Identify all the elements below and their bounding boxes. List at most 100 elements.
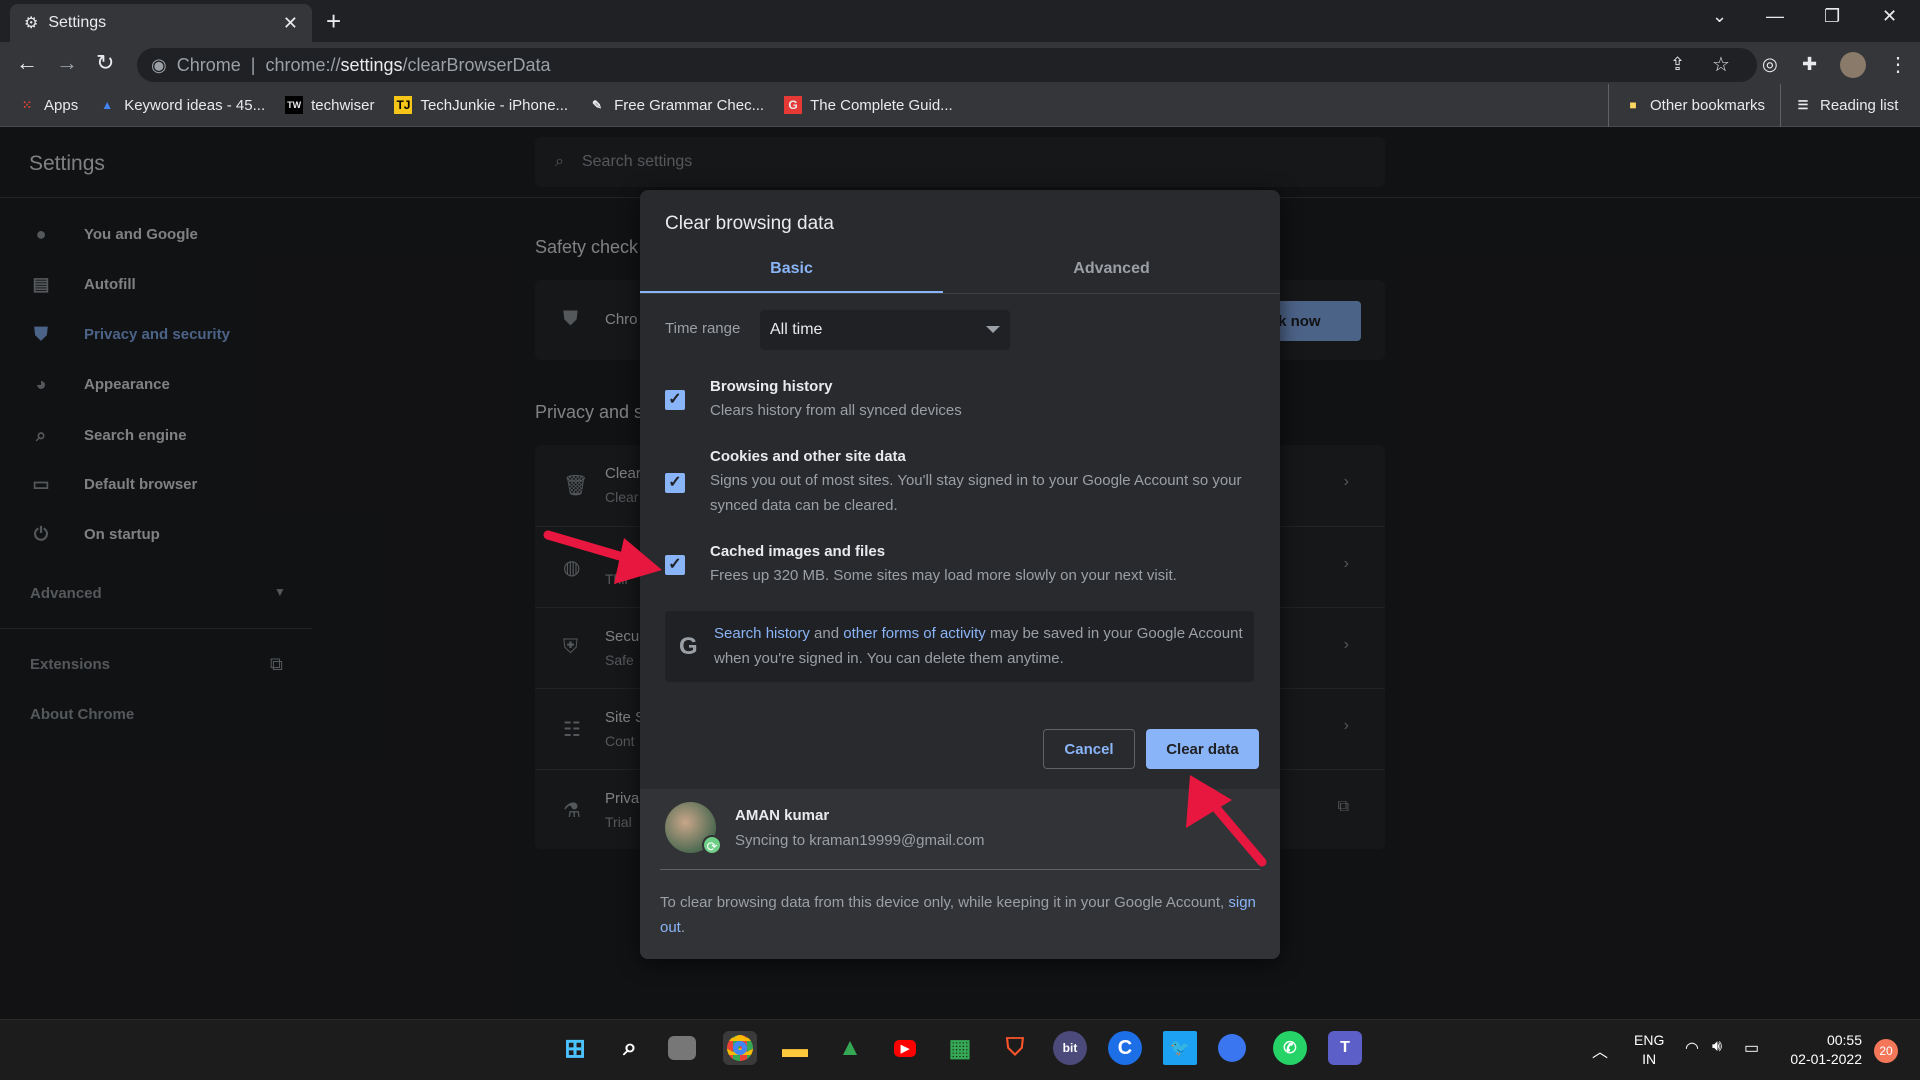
url-path: /clearBrowserData bbox=[402, 54, 551, 75]
battery-icon[interactable]: ▭ bbox=[1744, 1038, 1759, 1058]
wifi-icon[interactable]: ◠ bbox=[1685, 1038, 1699, 1058]
cached-images-desc: Frees up 320 MB. Some sites may load mor… bbox=[710, 567, 1177, 584]
search-history-link[interactable]: Search history bbox=[714, 625, 810, 642]
url-prefix: Chrome bbox=[176, 54, 241, 75]
signal-icon[interactable] bbox=[1218, 1034, 1246, 1062]
lang-code: ENG bbox=[1634, 1032, 1665, 1048]
date: 02-01-2022 bbox=[1790, 1051, 1862, 1067]
account-email: Syncing to kraman19999@gmail.com bbox=[735, 832, 985, 849]
apps-grid-icon: ⁙ bbox=[21, 98, 33, 112]
menu-icon[interactable]: ⋮ bbox=[1888, 52, 1908, 77]
techjunkie-icon: TJ bbox=[394, 96, 413, 114]
task-view-icon[interactable] bbox=[668, 1036, 696, 1060]
footer-note-text: To clear browsing data from this device … bbox=[660, 894, 1229, 911]
bookmark-techwiser[interactable]: TW techwiser bbox=[285, 96, 374, 114]
notification-badge[interactable]: 20 bbox=[1874, 1039, 1898, 1063]
chrome-taskbar-icon[interactable] bbox=[723, 1031, 757, 1065]
dialog-title: Clear browsing data bbox=[665, 213, 834, 234]
cached-images-title: Cached images and files bbox=[710, 543, 886, 560]
search-icon[interactable]: ⌕ bbox=[613, 1031, 647, 1065]
bookmark-grammar[interactable]: ✎ Free Grammar Chec... bbox=[588, 96, 764, 114]
cookies-title: Cookies and other site data bbox=[710, 448, 906, 465]
bookmark-apps[interactable]: ⁙ Apps bbox=[18, 96, 78, 114]
browsing-history-desc: Clears history from all synced devices bbox=[710, 402, 962, 419]
extension-icon[interactable]: ◎ bbox=[1762, 54, 1778, 75]
reload-icon[interactable]: ↻ bbox=[96, 50, 114, 76]
address-bar[interactable]: ◉ Chrome | chrome://settings/clearBrowser… bbox=[137, 48, 1757, 82]
tab-advanced[interactable]: Advanced bbox=[943, 260, 1280, 294]
bookmark-label: The Complete Guid... bbox=[810, 96, 953, 114]
bookmark-label: TechJunkie - iPhone... bbox=[420, 96, 569, 114]
time-range-select[interactable]: All time bbox=[760, 310, 1010, 350]
account-name: AMAN kumar bbox=[735, 807, 830, 824]
teams-icon[interactable]: T bbox=[1328, 1031, 1362, 1065]
gear-icon: ⚙ bbox=[24, 15, 39, 32]
footer-divider bbox=[660, 869, 1260, 870]
cookies-desc: Signs you out of most sites. You'll stay… bbox=[710, 472, 1242, 514]
tab-basic[interactable]: Basic bbox=[640, 260, 943, 294]
sync-icon: ⟳ bbox=[702, 835, 722, 855]
reading-list[interactable]: ☰ Reading list bbox=[1794, 96, 1899, 114]
tab-settings[interactable]: ⚙ Settings ✕ bbox=[10, 4, 312, 42]
chevron-up-icon[interactable]: ︿ bbox=[1592, 1038, 1608, 1062]
pen-icon: ✎ bbox=[592, 98, 603, 112]
youtube-icon[interactable]: ▶ bbox=[888, 1031, 922, 1065]
cookies-checkbox[interactable]: ✓ bbox=[665, 473, 685, 493]
g-red-icon: G bbox=[784, 96, 803, 114]
clear-data-button[interactable]: Clear data bbox=[1146, 729, 1259, 769]
bookmark-keyword-ideas[interactable]: ▲ Keyword ideas - 45... bbox=[98, 96, 265, 114]
chrome-icon: ◉ bbox=[151, 54, 167, 75]
clear-browsing-data-dialog: Clear browsing data Basic Advanced Time … bbox=[640, 190, 1280, 959]
extensions-puzzle-icon[interactable]: ✚ bbox=[1802, 54, 1817, 75]
cancel-button[interactable]: Cancel bbox=[1043, 729, 1135, 769]
forward-icon[interactable]: → bbox=[56, 50, 78, 76]
google-drive-icon[interactable]: ▲ bbox=[833, 1031, 867, 1065]
other-activity-link[interactable]: other forms of activity bbox=[843, 625, 986, 642]
share-icon[interactable]: ⇪ bbox=[1670, 54, 1685, 75]
dialog-footer: ⟳ AMAN kumar Syncing to kraman19999@gmai… bbox=[640, 789, 1280, 959]
file-explorer-icon[interactable]: ▬ bbox=[778, 1031, 812, 1065]
clock[interactable]: 00:55 02-01-2022 bbox=[1780, 1031, 1862, 1069]
bookmark-star-icon[interactable]: ☆ bbox=[1712, 52, 1730, 77]
whatsapp-icon[interactable]: ✆ bbox=[1273, 1031, 1307, 1065]
browsing-history-title: Browsing history bbox=[710, 378, 833, 395]
bookmark-label: techwiser bbox=[311, 96, 375, 114]
c-app-icon[interactable]: C bbox=[1108, 1031, 1142, 1065]
close-window-icon[interactable]: ✕ bbox=[1882, 6, 1897, 27]
profile-avatar[interactable] bbox=[1840, 52, 1866, 78]
tab-search-icon[interactable]: ⌄ bbox=[1712, 6, 1727, 27]
google-sheets-icon[interactable]: ▦ bbox=[943, 1031, 977, 1065]
other-bookmarks[interactable]: ■ Other bookmarks bbox=[1624, 96, 1765, 114]
new-tab-button[interactable]: + bbox=[326, 6, 341, 37]
twitter-icon[interactable]: 🐦 bbox=[1163, 1031, 1197, 1065]
browsing-history-checkbox[interactable]: ✓ bbox=[665, 390, 685, 410]
footer-note: To clear browsing data from this device … bbox=[660, 890, 1260, 940]
dropdown-arrow-icon bbox=[986, 326, 1000, 333]
back-icon[interactable]: ← bbox=[16, 50, 38, 76]
url-scheme: chrome:// bbox=[265, 54, 341, 75]
bit-icon[interactable]: bit bbox=[1053, 1031, 1087, 1065]
windows-start-icon[interactable]: ⊞ bbox=[558, 1031, 592, 1065]
google-ads-icon: ▲ bbox=[101, 98, 114, 112]
tab-title: Settings bbox=[48, 14, 107, 31]
bookmark-techjunkie[interactable]: TJ TechJunkie - iPhone... bbox=[394, 96, 568, 114]
time-range-value: All time bbox=[770, 321, 823, 338]
region-code: IN bbox=[1642, 1051, 1657, 1067]
bookmark-complete-guide[interactable]: G The Complete Guid... bbox=[784, 96, 953, 114]
info-and: and bbox=[809, 625, 844, 642]
bookmark-label: Keyword ideas - 45... bbox=[124, 96, 266, 114]
time-range-label: Time range bbox=[665, 320, 741, 337]
maximize-icon[interactable]: ❐ bbox=[1824, 6, 1840, 27]
google-activity-info: G Search history and other forms of acti… bbox=[665, 611, 1254, 682]
close-tab-icon[interactable]: ✕ bbox=[283, 13, 298, 34]
bookmark-label: Free Grammar Chec... bbox=[614, 96, 765, 114]
brave-icon[interactable]: ⛉ bbox=[998, 1031, 1032, 1065]
language-indicator[interactable]: ENG IN bbox=[1634, 1031, 1664, 1069]
url-host: settings bbox=[340, 54, 403, 75]
cached-images-checkbox[interactable]: ✓ bbox=[665, 555, 685, 575]
volume-icon[interactable]: 🔊︎ bbox=[1712, 1038, 1722, 1056]
minimize-icon[interactable]: — bbox=[1766, 6, 1784, 27]
reading-list-label: Reading list bbox=[1820, 96, 1899, 114]
footer-period: . bbox=[680, 919, 686, 936]
other-bookmarks-label: Other bookmarks bbox=[1650, 96, 1766, 114]
